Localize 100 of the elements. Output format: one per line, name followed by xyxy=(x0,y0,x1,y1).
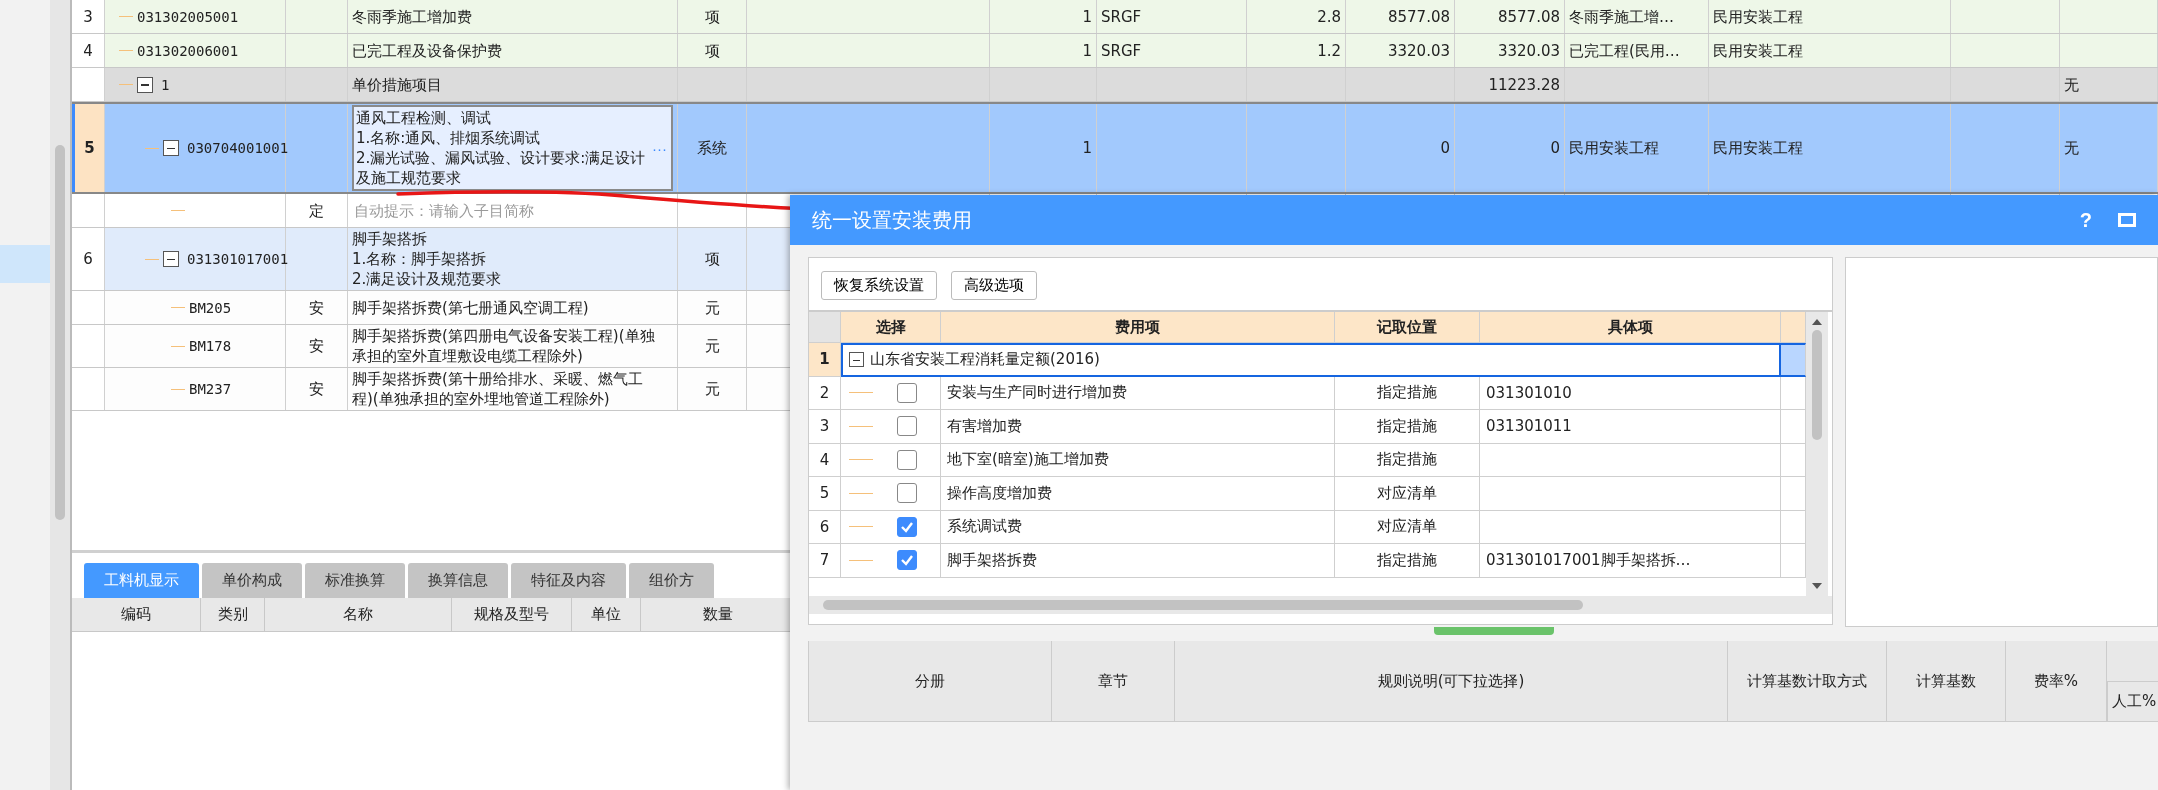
table-cell: 1 xyxy=(990,34,1097,67)
scroll-down-icon[interactable] xyxy=(1812,582,1822,590)
code-text: BM205 xyxy=(189,298,232,318)
table-cell: 3320.03 xyxy=(1455,34,1565,67)
checkbox[interactable] xyxy=(897,382,917,403)
collapse-icon[interactable] xyxy=(849,352,864,368)
table-cell: 安 xyxy=(286,325,348,367)
table-cell: 系统调试费 xyxy=(941,510,1335,544)
column-header[interactable]: 规格及型号 xyxy=(452,598,572,631)
table-cell: 1.2 xyxy=(1247,34,1346,67)
table-cell: 对应清单 xyxy=(1335,477,1480,511)
collapse-icon[interactable] xyxy=(137,76,153,93)
tab[interactable]: 标准换算 xyxy=(305,563,405,598)
text-line: 通风工程检测、调试 xyxy=(356,108,492,128)
table-cell: 民用安装工程 xyxy=(1709,34,1951,67)
table-row[interactable]: 4 031302006001 已完工程及设备保护费 项 1 SRGF 1.2 3320.03 3320.03 已完工程(民用… 民用安装工程 xyxy=(72,34,2158,68)
table-cell: 11223.28 xyxy=(1455,68,1565,101)
table-cell: 031301011 xyxy=(1480,410,1781,444)
table-cell: 冬雨季施工增加费 xyxy=(348,0,678,33)
column-header[interactable]: 单位 xyxy=(572,598,641,631)
scrollbar-thumb[interactable] xyxy=(823,600,1583,610)
code-text: BM237 xyxy=(189,380,232,399)
tab[interactable]: 换算信息 xyxy=(408,563,508,598)
table-cell: 已完工程(民用… xyxy=(1565,34,1709,67)
table-cell: 指定措施 xyxy=(1335,376,1480,410)
column-header[interactable]: 计算基数计取方式 xyxy=(1728,641,1887,721)
text-line: 2.漏光试验、漏风试验、设计要求:满足设计及施工规范要求 xyxy=(356,148,647,188)
table-cell: 无 xyxy=(2060,104,2158,192)
row-number: 3 xyxy=(72,0,105,33)
table-cell: 安 xyxy=(286,291,348,324)
tab[interactable]: 特征及内容 xyxy=(511,563,626,598)
row-number: 2 xyxy=(809,376,841,410)
collapse-icon[interactable] xyxy=(163,251,179,267)
text-line: 1.名称:通风、排烟系统调试 xyxy=(356,128,542,148)
table-cell xyxy=(1781,343,1806,377)
table-cell: 项 xyxy=(678,0,747,33)
table-cell: 脚手架搭拆费(第四册电气设备安装工程)(单独承担的室外直埋敷设电缆工程除外) xyxy=(348,325,678,367)
vertical-scrollbar[interactable] xyxy=(1806,312,1828,596)
table-cell: 系统 xyxy=(678,104,747,192)
input-field[interactable]: 自动提示：请输入子目简称 xyxy=(352,199,673,222)
maximize-icon[interactable] xyxy=(2118,213,2136,227)
checkbox[interactable] xyxy=(897,483,917,504)
scrollbar-thumb[interactable] xyxy=(1812,330,1822,440)
table-cell: 民用安装工程 xyxy=(1565,104,1709,192)
table-cell: 元 xyxy=(678,325,747,367)
checkbox[interactable] xyxy=(897,416,917,437)
tab[interactable]: 组价方 xyxy=(629,563,714,598)
column-header[interactable]: 章节 xyxy=(1052,641,1175,721)
column-header[interactable]: 费用项 xyxy=(941,312,1335,343)
column-header[interactable]: 选择 xyxy=(841,312,941,343)
toolbar-button[interactable]: 高级选项 xyxy=(951,271,1037,300)
collapse-icon[interactable] xyxy=(163,140,179,156)
column-header[interactable]: 费率% xyxy=(2006,641,2107,721)
table-cell: 0 xyxy=(1455,104,1565,192)
tab[interactable]: 单价构成 xyxy=(202,563,302,598)
column-header[interactable]: 计算基数 xyxy=(1887,641,2006,721)
column-header[interactable]: 类别 xyxy=(201,598,265,631)
code-text: 031301017001 xyxy=(187,250,289,269)
table-row[interactable]: 3 031302005001 冬雨季施工增加费 项 1 SRGF 2.8 8577.08 8577.08 冬雨季施工增… 民用安装工程 xyxy=(72,0,2158,34)
checkbox[interactable] xyxy=(897,550,917,571)
tree-label: 山东省安装工程消耗量定额(2016) xyxy=(870,350,1100,370)
table-cell: 指定措施 xyxy=(1335,443,1480,477)
scrollbar-thumb[interactable] xyxy=(55,145,65,520)
row-number: 6 xyxy=(809,510,841,544)
row-number: 7 xyxy=(809,544,841,578)
column-header[interactable]: 名称 xyxy=(265,598,452,631)
table-cell: 元 xyxy=(678,291,747,324)
table-cell: 操作高度增加费 xyxy=(941,477,1335,511)
splitter-handle[interactable] xyxy=(1434,627,1554,635)
checkbox[interactable] xyxy=(897,449,917,470)
table-cell: 8577.08 xyxy=(1346,0,1455,33)
row-number: 4 xyxy=(809,443,841,477)
table-cell: 地下室(暗室)施工增加费 xyxy=(941,443,1335,477)
code-text: 031302006001 xyxy=(137,41,239,61)
table-cell: SRGF xyxy=(1097,34,1247,67)
column-header[interactable]: 具体项 xyxy=(1480,312,1781,343)
table-row[interactable]: 1 单价措施项目 11223.28 无 xyxy=(72,68,2158,102)
row-number: 3 xyxy=(809,410,841,444)
tree-row[interactable]: 山东省安装工程消耗量定额(2016) xyxy=(841,343,1781,377)
table-cell: 031301017001脚手架搭拆… xyxy=(1480,544,1781,578)
column-header[interactable]: 分册 xyxy=(809,641,1052,721)
checkbox[interactable] xyxy=(897,516,917,537)
table-cell: 脚手架搭拆费(第十册给排水、采暖、燃气工程)(单独承担的室外埋地管道工程除外) xyxy=(348,368,678,410)
column-header[interactable]: 记取位置 xyxy=(1335,312,1480,343)
table-cell: 项 xyxy=(678,228,747,290)
scrollbar[interactable] xyxy=(50,0,70,790)
table-cell: 项 xyxy=(678,34,747,67)
toolbar-button[interactable]: 恢复系统设置 xyxy=(821,271,937,300)
horizontal-scrollbar[interactable] xyxy=(809,596,1832,614)
table-cell: 3320.03 xyxy=(1346,34,1455,67)
table-cell: 8577.08 xyxy=(1455,0,1565,33)
row-number xyxy=(72,68,105,101)
column-header[interactable]: 规则说明(可下拉选择) xyxy=(1175,641,1728,721)
code-text: BM178 xyxy=(189,337,232,356)
column-header[interactable]: 编码 xyxy=(72,598,201,631)
text-line: 脚手架搭拆 xyxy=(352,229,428,249)
row-number: 4 xyxy=(72,34,105,67)
table-cell: 安装与生产同时进行增加费 xyxy=(941,376,1335,410)
table-cell: 0 xyxy=(1346,104,1455,192)
column-header[interactable]: 人工% xyxy=(2107,682,2158,721)
